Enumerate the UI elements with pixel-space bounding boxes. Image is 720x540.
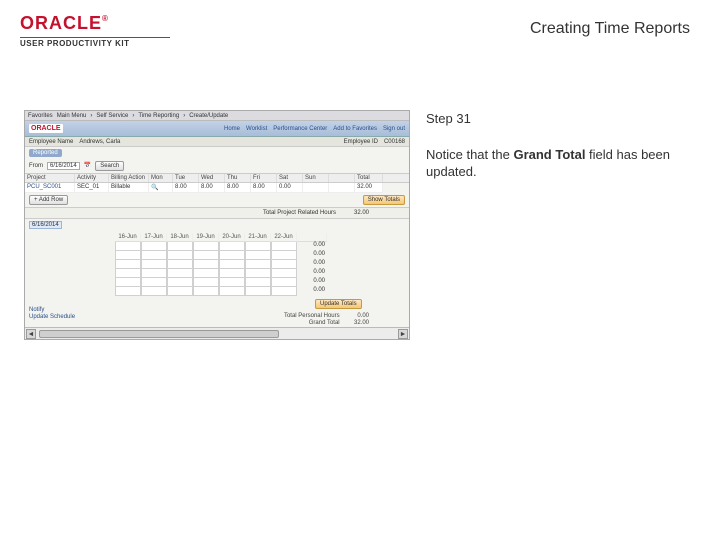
crumb[interactable]: Main Menu	[57, 113, 87, 119]
table-row: 0.00	[115, 269, 409, 278]
project-hours-total-bar: Total Project Related Hours 32.00	[25, 207, 409, 219]
activity-cell[interactable]: SEC_01	[75, 183, 109, 193]
update-totals-button[interactable]: Update Totals	[315, 299, 362, 309]
scroll-right-icon[interactable]: ►	[398, 329, 408, 339]
crumb[interactable]: Time Reporting	[138, 113, 179, 119]
project-link[interactable]: PCU_SC001	[25, 183, 75, 193]
brand-tm: ®	[102, 14, 108, 23]
search-button[interactable]: Search	[95, 161, 124, 171]
nav-home[interactable]: Home	[224, 126, 240, 132]
nav-signout[interactable]: Sign out	[383, 126, 405, 132]
empid-label: Employee ID	[344, 139, 378, 144]
breadcrumb-bar: Favorites Main Menu › Self Service › Tim…	[25, 111, 409, 121]
footer-links: Notify Update Schedule	[29, 307, 75, 321]
hours-cell[interactable]: 8.00	[173, 183, 199, 193]
notify-link[interactable]: Notify	[29, 307, 75, 313]
calendar-icon[interactable]: 📅	[84, 163, 91, 169]
app-screenshot: Favorites Main Menu › Self Service › Tim…	[24, 110, 410, 340]
lower-grid: 16-Jun 17-Jun 18-Jun 19-Jun 20-Jun 21-Ju…	[25, 231, 409, 309]
app-brand-bar: ORACLE Home Worklist Performance Center …	[25, 121, 409, 137]
crumb[interactable]: Self Service	[96, 113, 128, 119]
nav-fav[interactable]: Add to Favorites	[333, 126, 377, 132]
brand-main: ORACLE	[20, 13, 102, 33]
summary-totals: Total Personal Hours 0.00 Grand Total 32…	[25, 313, 409, 326]
row-total: 32.00	[355, 183, 383, 193]
hours-cell[interactable]: 8.00	[199, 183, 225, 193]
instruction-text: Notice that the Grand Total field has be…	[426, 146, 700, 181]
total-project-label: Total Project Related Hours	[263, 210, 336, 216]
hours-cell[interactable]	[303, 183, 329, 193]
horizontal-scrollbar[interactable]: ◄ ►	[25, 327, 409, 339]
lookup-icon[interactable]: 🔍	[149, 183, 173, 193]
table-row: 0.00	[115, 260, 409, 269]
tab-reported[interactable]: Reported	[29, 149, 62, 157]
table-row: 0.00	[115, 242, 409, 251]
hours-cell[interactable]: 8.00	[225, 183, 251, 193]
timesheet-header: Project Activity Billing Action Mon Tue …	[25, 173, 409, 183]
grand-total-label: Grand Total	[309, 320, 340, 326]
empid-value: C00168	[384, 139, 405, 144]
grand-total-value: 32.00	[343, 320, 369, 326]
add-row-button[interactable]: + Add Row	[29, 195, 68, 205]
total-personal-label: Total Personal Hours	[284, 313, 340, 319]
week-date-chip[interactable]: 6/16/2014	[29, 221, 62, 229]
crumb[interactable]: Create/Update	[189, 113, 228, 119]
oracle-upk-logo: ORACLE® USER PRODUCTIVITY KIT	[20, 14, 170, 48]
emp-name-label: Employee Name	[29, 139, 73, 144]
nav-worklist[interactable]: Worklist	[246, 126, 267, 132]
hours-cell[interactable]: 8.00	[251, 183, 277, 193]
doc-title: Creating Time Reports	[530, 20, 690, 38]
scrollbar-thumb[interactable]	[39, 330, 279, 338]
table-row: 0.00	[115, 287, 409, 296]
from-label: From	[29, 163, 43, 169]
scroll-left-icon[interactable]: ◄	[26, 329, 36, 339]
table-row: 0.00	[115, 251, 409, 260]
employee-info-row: Employee Name Andrews, Carla Employee ID…	[25, 137, 409, 147]
update-schedule-link[interactable]: Update Schedule	[29, 314, 75, 320]
crumb[interactable]: Favorites	[28, 113, 53, 119]
from-date-input[interactable]: 6/16/2014	[47, 162, 80, 170]
nav-perf[interactable]: Performance Center	[273, 126, 327, 132]
brand-sub: USER PRODUCTIVITY KIT	[20, 40, 170, 48]
billing-cell[interactable]: Billable	[109, 183, 149, 193]
emp-name-value: Andrews, Carla	[79, 139, 120, 144]
logo-divider	[20, 37, 170, 38]
table-row: 0.00	[115, 278, 409, 287]
show-totals-button[interactable]: Show Totals	[363, 195, 405, 205]
global-nav: Home Worklist Performance Center Add to …	[224, 126, 405, 132]
hours-cell[interactable]	[329, 183, 355, 193]
grand-total-emphasis: Grand Total	[513, 147, 585, 162]
total-personal-value: 0.00	[343, 313, 369, 319]
total-project-value: 32.00	[354, 210, 369, 216]
timesheet-row: PCU_SC001 SEC_01 Billable 🔍 8.00 8.00 8.…	[25, 183, 409, 193]
step-label: Step 31	[426, 110, 700, 128]
mini-oracle-logo: ORACLE	[29, 124, 63, 133]
hours-cell[interactable]: 0.00	[277, 183, 303, 193]
